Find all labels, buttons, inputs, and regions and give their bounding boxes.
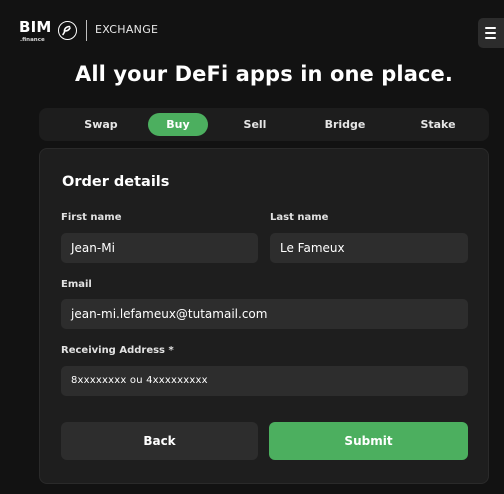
receiving-address-label: Receiving Address *	[61, 345, 174, 356]
last-name-label: Last name	[270, 212, 329, 223]
tab-bridge[interactable]: Bridge	[315, 113, 375, 136]
tab-stake[interactable]: Stake	[413, 113, 463, 136]
logo-subtext: .finance	[20, 37, 45, 43]
form-title: Order details	[62, 174, 170, 190]
first-name-field[interactable]: Jean-Mi	[61, 233, 258, 263]
logo-text: BIM	[19, 18, 52, 36]
logo-divider	[86, 20, 87, 41]
top-bar: BIM .finance EXCHANGE	[0, 0, 504, 52]
receiving-address-field[interactable]: 8xxxxxxxx ou 4xxxxxxxxx	[61, 366, 468, 396]
tab-bar: Swap Buy Sell Bridge Stake	[39, 108, 489, 141]
tab-swap[interactable]: Swap	[76, 113, 126, 136]
logo-mark-icon	[58, 21, 77, 40]
bim-logo[interactable]: BIM .finance EXCHANGE	[19, 18, 169, 50]
exchange-label: EXCHANGE	[95, 23, 159, 36]
email-field[interactable]: jean-mi.lefameux@tutamail.com	[61, 299, 468, 329]
back-button[interactable]: Back	[61, 422, 258, 460]
hamburger-menu-icon[interactable]	[478, 18, 504, 48]
last-name-field[interactable]: Le Fameux	[270, 233, 468, 263]
submit-button[interactable]: Submit	[269, 422, 468, 460]
email-label: Email	[61, 279, 92, 290]
first-name-label: First name	[61, 212, 122, 223]
page-headline: All your DeFi apps in one place.	[75, 62, 453, 86]
tab-sell[interactable]: Sell	[235, 113, 275, 136]
tab-buy[interactable]: Buy	[148, 113, 208, 136]
